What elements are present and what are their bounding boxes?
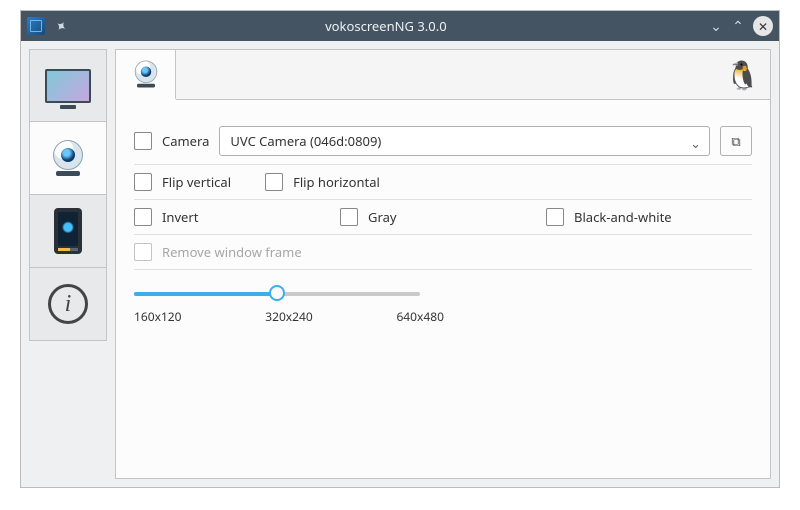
size-tick-2: 640x480 — [396, 308, 444, 325]
flip-horizontal-checkbox[interactable] — [265, 173, 283, 191]
camera-checkbox[interactable] — [134, 132, 152, 150]
main-panel: 🐧 Camera UVC Camera (046d:0809) ⌄ ⧉ — [115, 49, 771, 479]
webcam-icon — [48, 140, 88, 176]
flip-horizontal-label: Flip horizontal — [293, 173, 380, 191]
camera-settings: Camera UVC Camera (046d:0809) ⌄ ⧉ Flip v… — [116, 100, 770, 331]
sidebar: i — [29, 49, 107, 479]
slider-thumb[interactable] — [269, 285, 285, 301]
window-title: vokoscreenNG 3.0.0 — [67, 17, 705, 35]
bw-label: Black-and-white — [574, 208, 672, 226]
sidebar-item-camera[interactable] — [29, 122, 107, 195]
sidebar-item-info[interactable]: i — [29, 268, 107, 341]
remove-frame-label: Remove window frame — [162, 243, 302, 261]
sidebar-item-phone[interactable] — [29, 195, 107, 268]
camera-label: Camera — [162, 132, 209, 150]
flip-vertical-checkbox[interactable] — [134, 173, 152, 191]
gray-label: Gray — [368, 208, 397, 226]
webcam-icon — [131, 61, 161, 88]
camera-dialog-button[interactable]: ⧉ — [720, 126, 752, 156]
app-window: ✦ vokoscreenNG 3.0.0 ⌄ ⌃ ✕ i — [20, 10, 780, 488]
titlebar[interactable]: ✦ vokoscreenNG 3.0.0 ⌄ ⌃ ✕ — [21, 11, 779, 41]
minimize-icon[interactable]: ⌄ — [705, 17, 727, 36]
size-tick-labels: 160x120 320x240 640x480 — [134, 302, 444, 325]
flip-vertical-label: Flip vertical — [162, 173, 231, 191]
close-icon[interactable]: ✕ — [753, 16, 773, 36]
tux-icon: 🐧 — [725, 56, 760, 94]
chevron-down-icon: ⌄ — [690, 134, 701, 152]
camera-select-value: UVC Camera (046d:0809) — [230, 132, 381, 150]
phone-icon — [54, 208, 82, 254]
tab-camera[interactable] — [116, 50, 176, 100]
bw-checkbox[interactable] — [546, 208, 564, 226]
monitor-icon — [45, 69, 91, 103]
size-tick-0: 160x120 — [134, 308, 182, 325]
maximize-icon[interactable]: ⌃ — [727, 17, 749, 36]
info-icon: i — [48, 284, 88, 324]
remove-frame-checkbox — [134, 243, 152, 261]
tab-strip: 🐧 — [116, 50, 770, 100]
dialog-icon: ⧉ — [731, 132, 740, 150]
slider-fill — [134, 292, 277, 296]
size-slider[interactable] — [134, 284, 420, 302]
gray-checkbox[interactable] — [340, 208, 358, 226]
invert-checkbox[interactable] — [134, 208, 152, 226]
sidebar-item-screen[interactable] — [29, 49, 107, 122]
app-icon — [27, 17, 45, 35]
size-tick-1: 320x240 — [265, 308, 313, 325]
tab-strip-spacer: 🐧 — [176, 50, 770, 100]
camera-select[interactable]: UVC Camera (046d:0809) ⌄ — [219, 126, 710, 156]
invert-label: Invert — [162, 208, 198, 226]
